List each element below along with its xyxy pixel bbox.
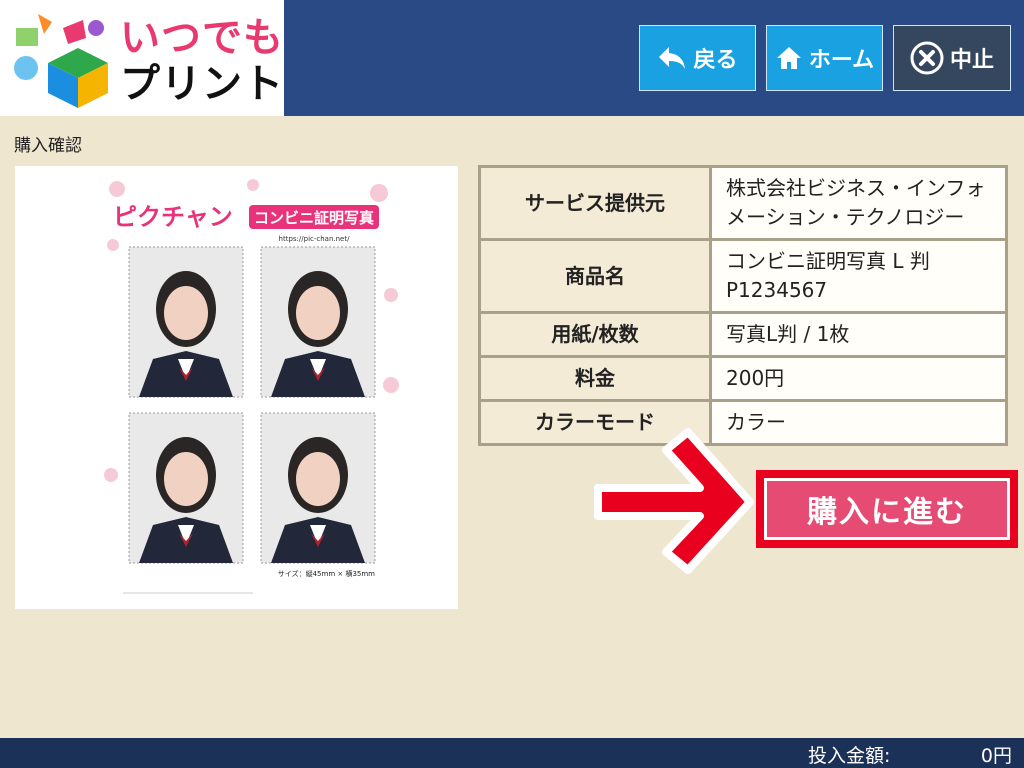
table-row: 料金 200円 [478,355,1008,402]
photo-size-note: サイズ：縦45mm × 横35mm [278,569,375,578]
product-banner-text: コンビニ証明写真 [254,209,374,227]
row-value-product-name: コンビニ証明写真 L 判 P1234567 [709,238,1008,314]
close-circle-icon [910,41,944,75]
back-button[interactable]: 戻る [639,25,756,91]
home-button[interactable]: ホーム [766,25,883,91]
table-row: 商品名 コンビニ証明写真 L 判 P1234567 [478,238,1008,314]
footer-bar: 投入金額: 0円 [0,738,1024,768]
row-value-provider: 株式会社ビジネス・インフォメーション・テクノロジー [709,165,1008,241]
brand-url-text: https://pic-chan.net/ [279,235,351,243]
home-icon [776,47,801,69]
table-row: 用紙/枚数 写真L判 / 1枚 [478,311,1008,358]
row-key-product-name: 商品名 [478,238,712,314]
row-value-paper-count: 写真L判 / 1枚 [709,311,1008,358]
page-title: 購入確認 [14,136,82,156]
print-preview: ピクチャン コンビニ証明写真 https://pic-chan.net/ サイズ… [15,166,458,609]
logo-title-line1: いつでも [120,15,284,61]
row-key-price: 料金 [478,355,712,402]
back-arrow-icon [659,47,686,69]
purchase-details-table: サービス提供元 株式会社ビジネス・インフォメーション・テクノロジー 商品名 コン… [478,165,1008,446]
logo-cube-icon [14,14,108,108]
row-value-price: 200円 [709,355,1008,402]
table-row: サービス提供元 株式会社ビジネス・インフォメーション・テクノロジー [478,165,1008,241]
stop-button[interactable]: 中止 [893,25,1011,91]
logo-title-line2: プリント [120,61,284,107]
proceed-highlight: 購入に進む [756,470,1018,548]
proceed-to-purchase-button[interactable]: 購入に進む [764,478,1010,540]
home-button-label: ホーム [808,48,875,73]
brand-logo-text: ピクチャン [113,203,233,231]
app-logo: いつでも プリント [0,0,284,116]
inserted-amount-value: 0円 [980,745,1012,767]
header-bar: いつでも プリント 戻る ホーム 中止 [0,0,1024,116]
row-key-paper-count: 用紙/枚数 [478,311,712,358]
stop-button-label: 中止 [949,48,994,73]
row-key-provider: サービス提供元 [478,165,712,241]
back-button-label: 戻る [693,48,738,73]
pointer-arrow-icon [594,428,754,574]
proceed-button-label: 購入に進む [807,495,967,530]
photo-sheet-preview: ピクチャン コンビニ証明写真 https://pic-chan.net/ サイズ… [103,175,399,595]
inserted-amount-label: 投入金額: [808,745,891,767]
